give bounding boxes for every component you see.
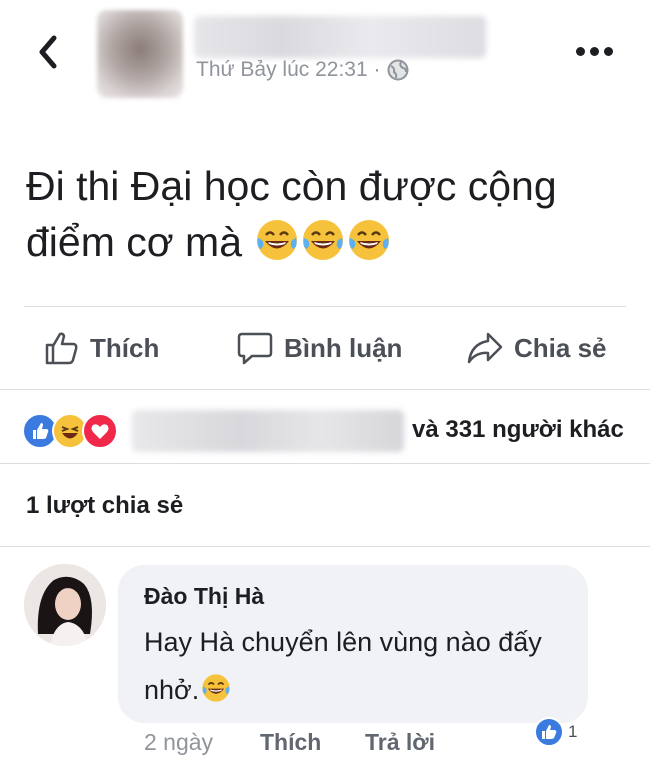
post-timestamp-row: Thứ Bảy lúc 22:31 · <box>196 58 409 82</box>
back-button[interactable] <box>34 32 62 72</box>
like-reaction-icon <box>534 717 564 747</box>
reactor-names-redacted <box>132 410 404 452</box>
share-arrow-icon <box>467 332 503 364</box>
laughing-tears-emoji-icon <box>257 220 298 260</box>
thumbs-up-icon <box>45 332 78 365</box>
comment-action-label: Bình luận <box>284 332 403 363</box>
comment-text-block: Hay Hà chuyển lên vùng nào đấy nhở. <box>144 618 574 714</box>
comment-author[interactable]: Đào Thị Hà <box>144 583 264 610</box>
comment-like-button[interactable]: Thích <box>260 729 321 756</box>
laughing-tears-emoji-icon <box>202 674 230 702</box>
comment-bubble-icon <box>237 332 273 365</box>
laughing-tears-emoji-icon <box>303 220 344 260</box>
like-action-label: Thích <box>90 332 160 363</box>
comment-like-count: 1 <box>568 722 578 741</box>
more-dots-icon <box>576 46 585 56</box>
comment-like-count-badge[interactable]: 1 <box>534 717 577 747</box>
comment-action-button[interactable]: Bình luận <box>236 330 402 366</box>
chevron-left-icon <box>39 35 57 69</box>
commenter-avatar[interactable] <box>24 564 106 646</box>
share-count[interactable]: 1 lượt chia sẻ <box>26 492 183 520</box>
poster-name-redacted <box>194 16 486 58</box>
reaction-summary[interactable]: và 331 người khác <box>412 416 624 444</box>
more-options-button[interactable] <box>576 43 616 59</box>
divider <box>0 389 650 390</box>
post-timestamp: Thứ Bảy lúc 22:31 · <box>196 58 381 81</box>
poster-avatar[interactable] <box>97 10 183 98</box>
divider <box>24 306 626 307</box>
love-reaction-icon <box>82 413 118 449</box>
share-action-button[interactable]: Chia sẻ <box>466 330 607 366</box>
post-text: Đi thi Đại học còn được cộng điểm cơ mà <box>26 158 626 270</box>
comment-reply-button[interactable]: Trả lời <box>365 729 435 756</box>
globe-icon <box>387 59 409 81</box>
reaction-icons[interactable] <box>22 413 118 449</box>
divider <box>0 546 650 547</box>
comment-time: 2 ngày <box>144 729 214 755</box>
divider <box>0 463 650 464</box>
share-action-label: Chia sẻ <box>514 332 607 363</box>
laughing-tears-emoji-icon <box>349 220 390 260</box>
like-action-button[interactable]: Thích <box>44 330 159 366</box>
